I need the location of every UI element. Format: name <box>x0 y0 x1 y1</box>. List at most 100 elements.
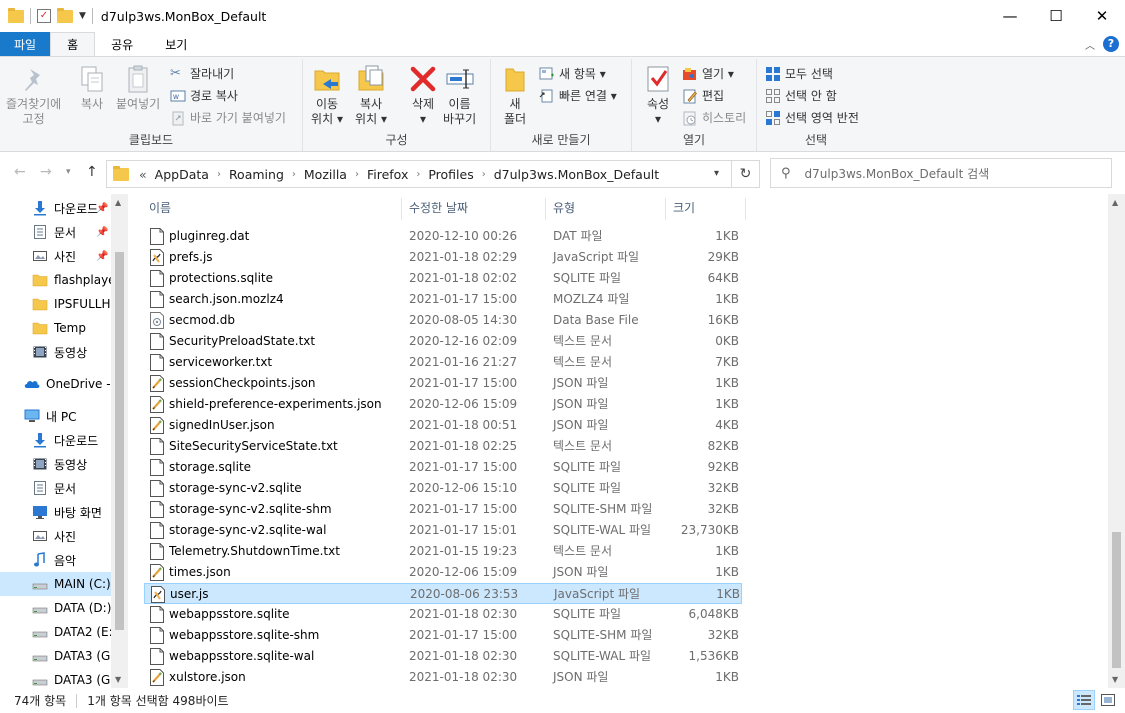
select-none-button[interactable]: 선택 안 함 <box>765 87 837 104</box>
properties-button[interactable]: 속성 ▾ <box>642 63 674 127</box>
delete-button[interactable]: 삭제 ▾ <box>407 63 439 127</box>
rename-button[interactable]: 이름 바꾸기 <box>443 63 476 127</box>
pin-icon[interactable]: 📌 <box>96 251 108 262</box>
file-list-scrollbar[interactable]: ▲ ▼ <box>1108 194 1125 688</box>
collapse-ribbon-chevron-up-icon[interactable]: ︿ <box>1085 37 1095 52</box>
nav-item-quick[interactable]: 동영상 <box>0 340 111 364</box>
nav-item-quick[interactable]: flashplayer <box>0 268 121 292</box>
scroll-up-arrow-icon[interactable]: ▲ <box>1112 198 1118 207</box>
select-all-button[interactable]: 모두 선택 <box>765 65 833 82</box>
tab-share[interactable]: 공유 <box>95 32 149 56</box>
column-header-date[interactable]: 수정한 날짜 <box>409 194 468 220</box>
nav-item-quick[interactable]: IPSFULLHD <box>0 292 120 316</box>
paste-shortcut-button[interactable]: 바로 가기 붙여넣기 <box>170 109 286 126</box>
breadcrumb-overflow[interactable]: « <box>139 167 147 182</box>
new-item-button[interactable]: 새 항목 ▾ <box>539 65 606 82</box>
file-list-scrollbar-thumb[interactable] <box>1112 532 1121 668</box>
column-divider[interactable] <box>545 198 546 220</box>
copy-path-button[interactable]: W 경로 복사 <box>170 87 238 104</box>
properties-check-icon[interactable]: ✓ <box>37 9 51 23</box>
paste-button[interactable]: 붙여넣기 <box>116 63 160 112</box>
column-header-name[interactable]: 이름 <box>149 194 171 220</box>
column-divider[interactable] <box>401 198 402 220</box>
history-button[interactable]: 히스토리 <box>682 109 746 126</box>
chevron-right-icon[interactable]: › <box>416 169 420 180</box>
scroll-up-arrow-icon[interactable]: ▲ <box>115 198 121 207</box>
nav-item-pc[interactable]: MAIN (C:) <box>0 572 111 596</box>
column-divider[interactable] <box>745 198 746 220</box>
nav-item-pc[interactable]: 사진 <box>0 524 111 548</box>
file-row[interactable]: SecurityPreloadState.txt 2020-12-16 02:09… <box>144 331 742 352</box>
file-row[interactable]: SiteSecurityServiceState.txt 2021-01-18 0… <box>144 436 742 457</box>
tab-home[interactable]: 홈 <box>50 32 96 56</box>
chevron-right-icon[interactable]: › <box>355 169 359 180</box>
nav-item-pc[interactable]: DATA (D:) <box>0 596 111 620</box>
column-divider[interactable] <box>665 198 666 220</box>
nav-item-this-pc[interactable]: 내 PC <box>0 404 111 428</box>
scroll-down-arrow-icon[interactable]: ▼ <box>115 675 121 684</box>
large-icons-view-button[interactable] <box>1097 690 1119 710</box>
close-button[interactable]: ✕ <box>1079 0 1125 32</box>
maximize-button[interactable]: ☐ <box>1033 0 1079 32</box>
address-history-chevron-icon[interactable]: ▾ <box>714 168 719 179</box>
nav-scrollbar[interactable]: ▲ ▼ <box>111 194 128 688</box>
file-row[interactable]: user.js 2020-08-06 23:53 JavaScript 파일 1KB <box>144 583 742 604</box>
breadcrumb-appdata[interactable]: AppData <box>155 167 209 182</box>
delete-dropdown-chevron-icon[interactable]: ▾ <box>420 112 426 127</box>
file-row[interactable]: secmod.db 2020-08-05 14:30 Data Base File 1… <box>144 310 742 331</box>
file-row[interactable]: shield-preference-experiments.json 2020-1… <box>144 394 742 415</box>
file-row[interactable]: webappsstore.sqlite-wal 2021-01-18 02:30 S… <box>144 646 742 667</box>
file-row[interactable]: times.json 2020-12-06 15:09 JSON 파일 1KB <box>144 562 742 583</box>
file-row[interactable]: protections.sqlite 2021-01-18 02:02 SQLITE… <box>144 268 742 289</box>
back-arrow-icon[interactable]: ← <box>14 164 26 180</box>
new-folder-button[interactable]: 새 폴더 <box>499 63 531 127</box>
details-view-button[interactable] <box>1073 690 1095 710</box>
refresh-icon[interactable]: ↻ <box>731 161 759 187</box>
breadcrumb-profiles[interactable]: Profiles <box>428 167 473 182</box>
copy-button[interactable]: 복사 <box>76 63 108 112</box>
file-row[interactable]: storage-sync-v2.sqlite-wal 2021-01-17 15:… <box>144 520 742 541</box>
minimize-button[interactable]: — <box>987 0 1033 32</box>
invert-selection-button[interactable]: 선택 영역 반전 <box>765 109 859 126</box>
scroll-down-arrow-icon[interactable]: ▼ <box>1112 675 1118 684</box>
file-row[interactable]: sessionCheckpoints.json 2021-01-17 15:00 J… <box>144 373 742 394</box>
nav-item-pc[interactable]: DATA3 (G:) <box>0 668 119 688</box>
nav-item-pc[interactable]: DATA2 (E: <box>0 620 113 644</box>
cut-button[interactable]: ✂ 잘라내기 <box>170 65 234 82</box>
file-row[interactable]: pluginreg.dat 2020-12-10 00:26 DAT 파일 1KB <box>144 226 742 247</box>
search-input[interactable]: ⚲ d7ulp3ws.MonBox_Default 검색 <box>770 158 1112 188</box>
nav-item-pc[interactable]: 문서 <box>0 476 111 500</box>
copy-to-button[interactable]: 복사 위치 ▾ <box>355 63 387 127</box>
nav-item-pc[interactable]: 다운로드 <box>0 428 111 452</box>
breadcrumb-roaming[interactable]: Roaming <box>229 167 284 182</box>
nav-item-pc[interactable]: 음악 <box>0 548 111 572</box>
breadcrumb-firefox[interactable]: Firefox <box>367 167 408 182</box>
open-button[interactable]: 열기 ▾ <box>682 65 734 82</box>
move-to-button[interactable]: 이동 위치 ▾ <box>311 63 343 127</box>
tab-view[interactable]: 보기 <box>149 32 203 56</box>
nav-scrollbar-thumb[interactable] <box>115 252 124 630</box>
column-header-size[interactable]: 크기 <box>673 194 695 220</box>
tab-file[interactable]: 파일 <box>0 32 51 56</box>
address-bar[interactable]: « AppData › Roaming › Mozilla › Firefox … <box>106 160 760 188</box>
nav-item-quick[interactable]: 다운로드 📌 <box>0 196 111 220</box>
new-folder-icon[interactable] <box>57 7 73 23</box>
up-arrow-icon[interactable]: ↑ <box>86 164 98 180</box>
breadcrumb-current[interactable]: d7ulp3ws.MonBox_Default <box>494 167 659 182</box>
nav-item-pc[interactable]: DATA3 (G: <box>0 644 114 668</box>
easy-access-button[interactable]: 빠른 연결 ▾ <box>539 87 617 104</box>
file-row[interactable]: storage.sqlite 2021-01-17 15:00 SQLITE 파일 9… <box>144 457 742 478</box>
chevron-right-icon[interactable]: › <box>217 169 221 180</box>
nav-item-pc[interactable]: 동영상 <box>0 452 111 476</box>
file-row[interactable]: Telemetry.ShutdownTime.txt 2021-01-15 19:… <box>144 541 742 562</box>
chevron-right-icon[interactable]: › <box>292 169 296 180</box>
nav-item-quick[interactable]: 문서 📌 <box>0 220 111 244</box>
file-row[interactable]: webappsstore.sqlite 2021-01-18 02:30 SQLIT… <box>144 604 742 625</box>
pin-to-quick-access-button[interactable]: 즐겨찾기에 고정 <box>6 63 61 127</box>
column-header-type[interactable]: 유형 <box>553 194 575 220</box>
nav-item-quick[interactable]: 사진 📌 <box>0 244 111 268</box>
file-row[interactable]: signedInUser.json 2021-01-18 00:51 JSON 파일… <box>144 415 742 436</box>
file-row[interactable]: xulstore.json 2021-01-18 02:30 JSON 파일 1KB <box>144 667 742 688</box>
pin-icon[interactable]: 📌 <box>96 203 108 214</box>
nav-item-quick[interactable]: Temp <box>0 316 111 340</box>
